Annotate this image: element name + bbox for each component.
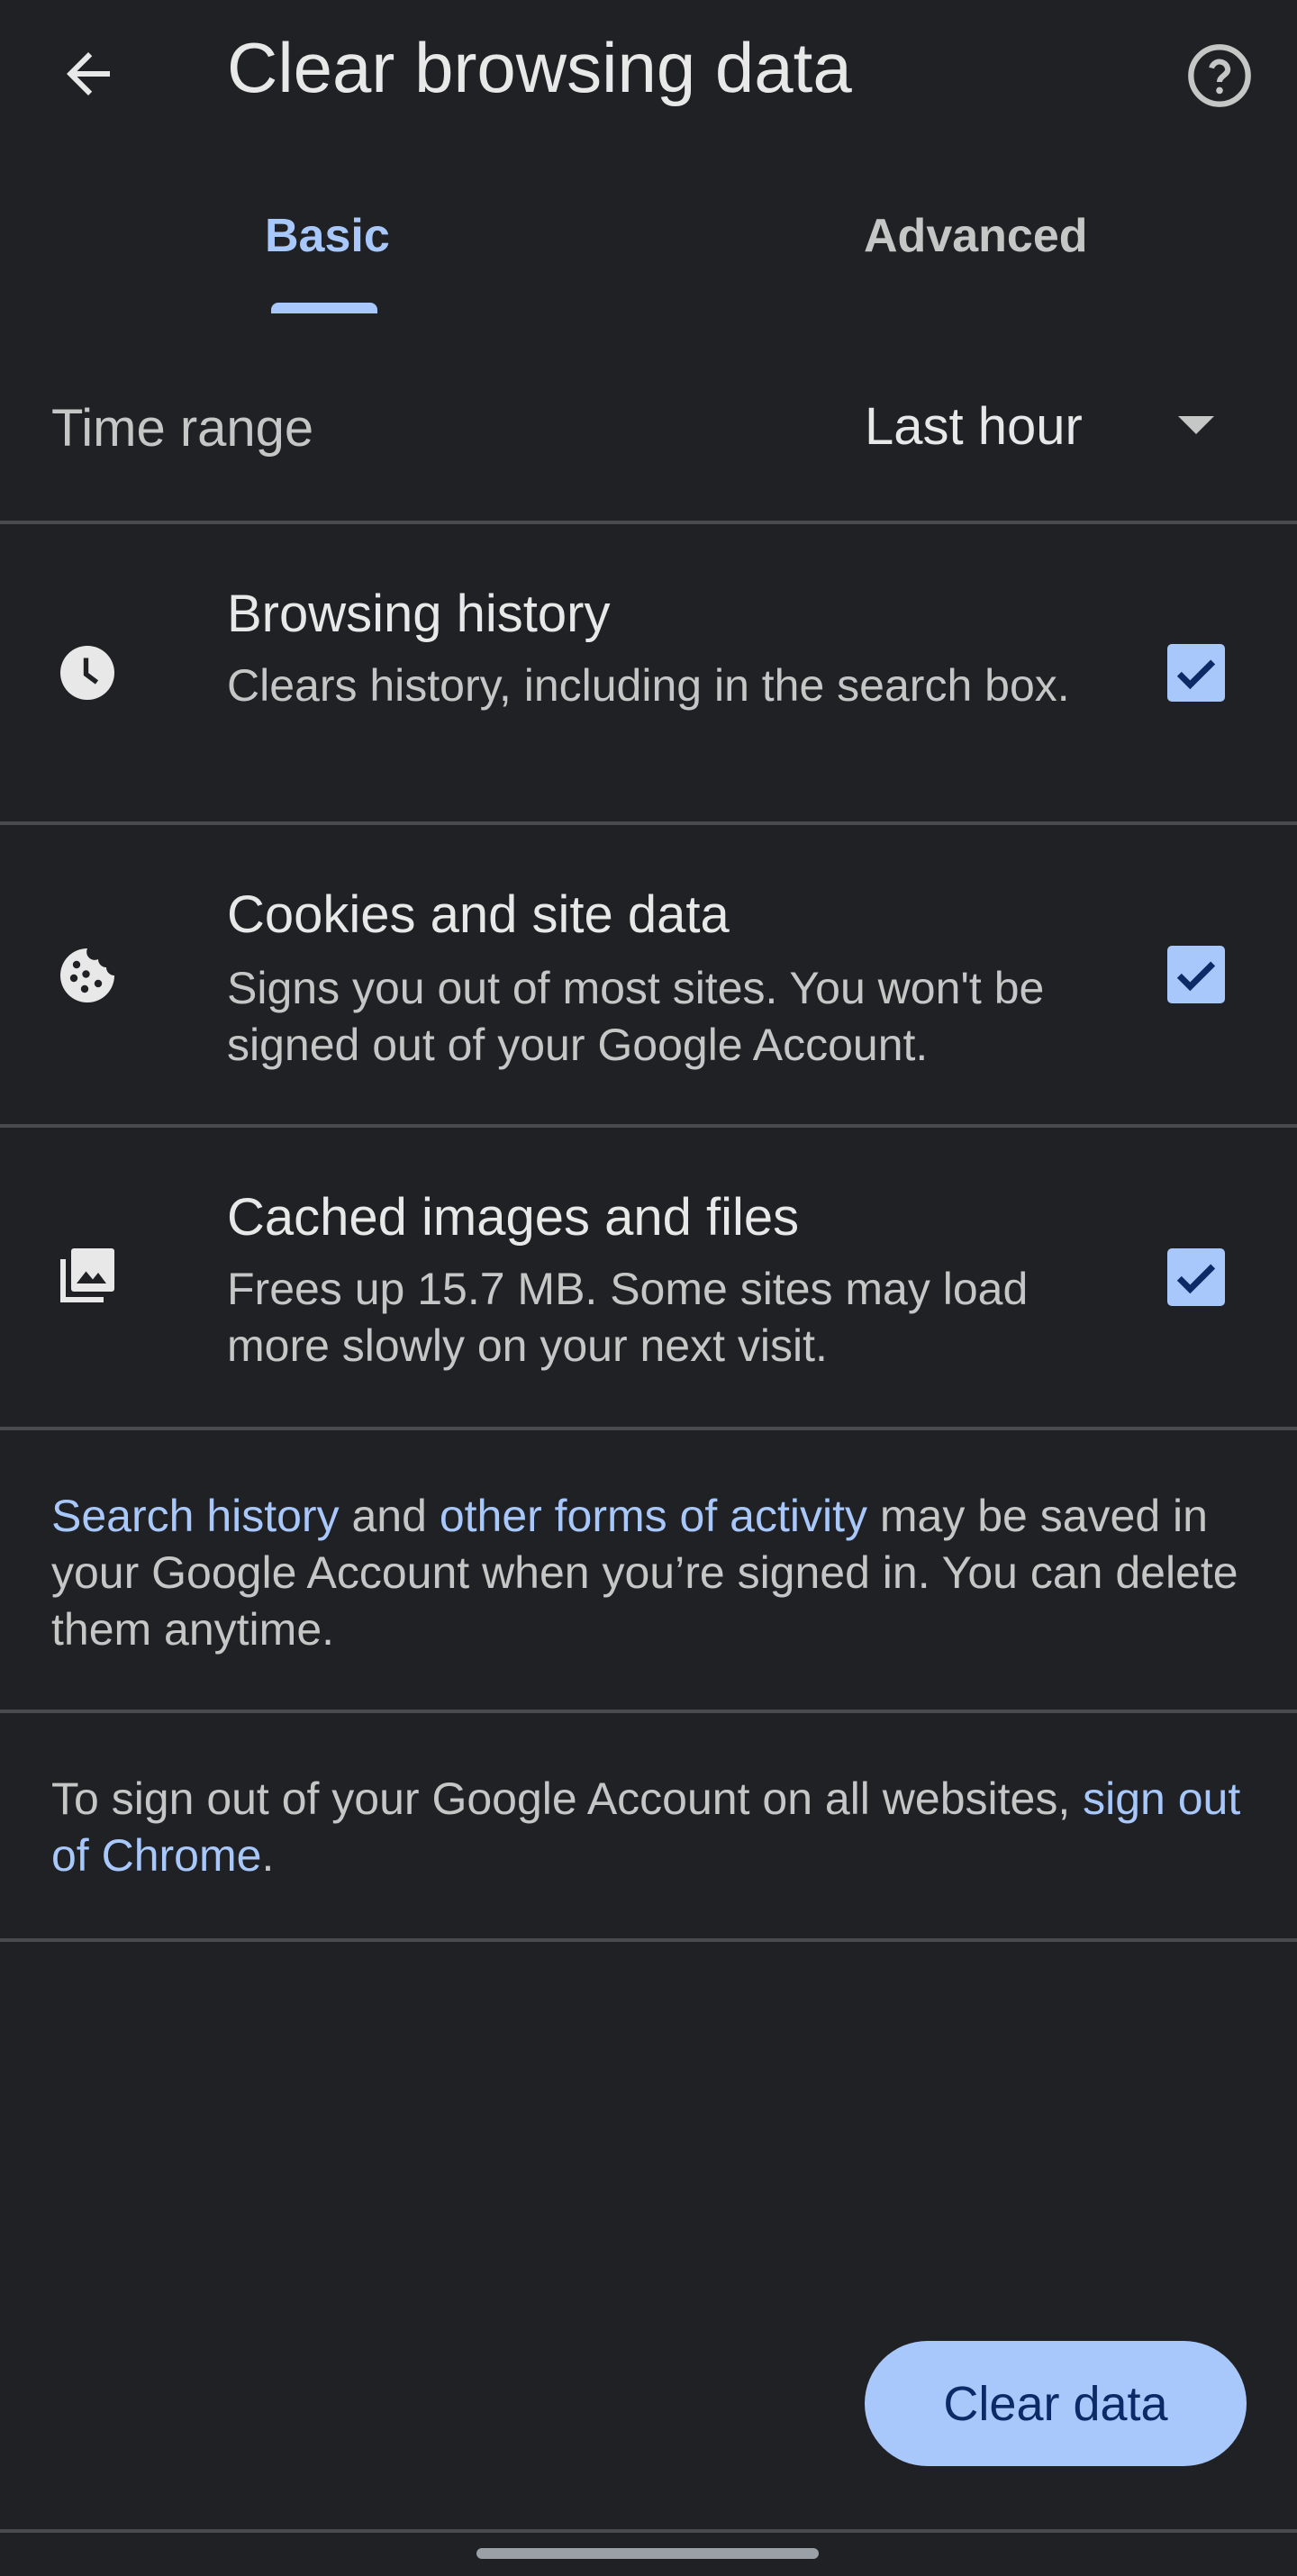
item-description: Frees up 15.7 MB. Some sites may load mo… (227, 1264, 1029, 1371)
item-description: Signs you out of most sites. You won't b… (227, 963, 1045, 1070)
image-stack-icon (60, 1248, 114, 1302)
account-activity-info: Search history and other forms of activi… (51, 1488, 1258, 1658)
sign-out-end: . (261, 1830, 275, 1881)
cookies-checkbox[interactable] (1167, 946, 1225, 1003)
time-range-label: Time range (51, 399, 314, 458)
back-button[interactable] (54, 41, 122, 106)
check-icon (1176, 1264, 1216, 1294)
tab-basic[interactable]: Basic (265, 209, 390, 263)
navigation-handle[interactable] (476, 2548, 819, 2559)
divider (0, 1938, 1297, 1942)
help-button[interactable] (1185, 41, 1254, 110)
divider (0, 1710, 1297, 1713)
dropdown-arrow-icon (1178, 416, 1214, 434)
check-icon (1176, 659, 1216, 690)
arrow-back-icon (67, 52, 110, 95)
clock-icon (60, 646, 114, 700)
time-range-dropdown[interactable]: Last hour (865, 396, 1225, 461)
item-title: Cached images and files (227, 1188, 800, 1247)
cookie-icon (60, 948, 114, 1002)
browsing-history-checkbox[interactable] (1167, 644, 1225, 702)
item-title: Cookies and site data (227, 885, 730, 944)
check-icon (1176, 961, 1216, 992)
divider (0, 2529, 1297, 2533)
cached-images-checkbox[interactable] (1167, 1248, 1225, 1306)
tab-indicator (271, 303, 377, 313)
divider (0, 1427, 1297, 1430)
item-description: Clears history, including in the search … (227, 660, 1070, 711)
other-activity-link[interactable]: other forms of activity (440, 1491, 867, 1541)
page-title: Clear browsing data (227, 28, 852, 107)
sign-out-text: To sign out of your Google Account on al… (51, 1773, 1084, 1824)
tab-advanced[interactable]: Advanced (864, 209, 1088, 263)
clear-data-button[interactable]: Clear data (865, 2341, 1247, 2466)
sign-out-info: To sign out of your Google Account on al… (51, 1771, 1258, 1884)
search-history-link[interactable]: Search history (51, 1491, 340, 1541)
item-title: Browsing history (227, 585, 611, 643)
help-circle-icon (1188, 44, 1251, 107)
time-range-value: Last hour (865, 397, 1083, 456)
info-text: and (339, 1491, 440, 1541)
clear-data-label: Clear data (943, 2376, 1168, 2431)
